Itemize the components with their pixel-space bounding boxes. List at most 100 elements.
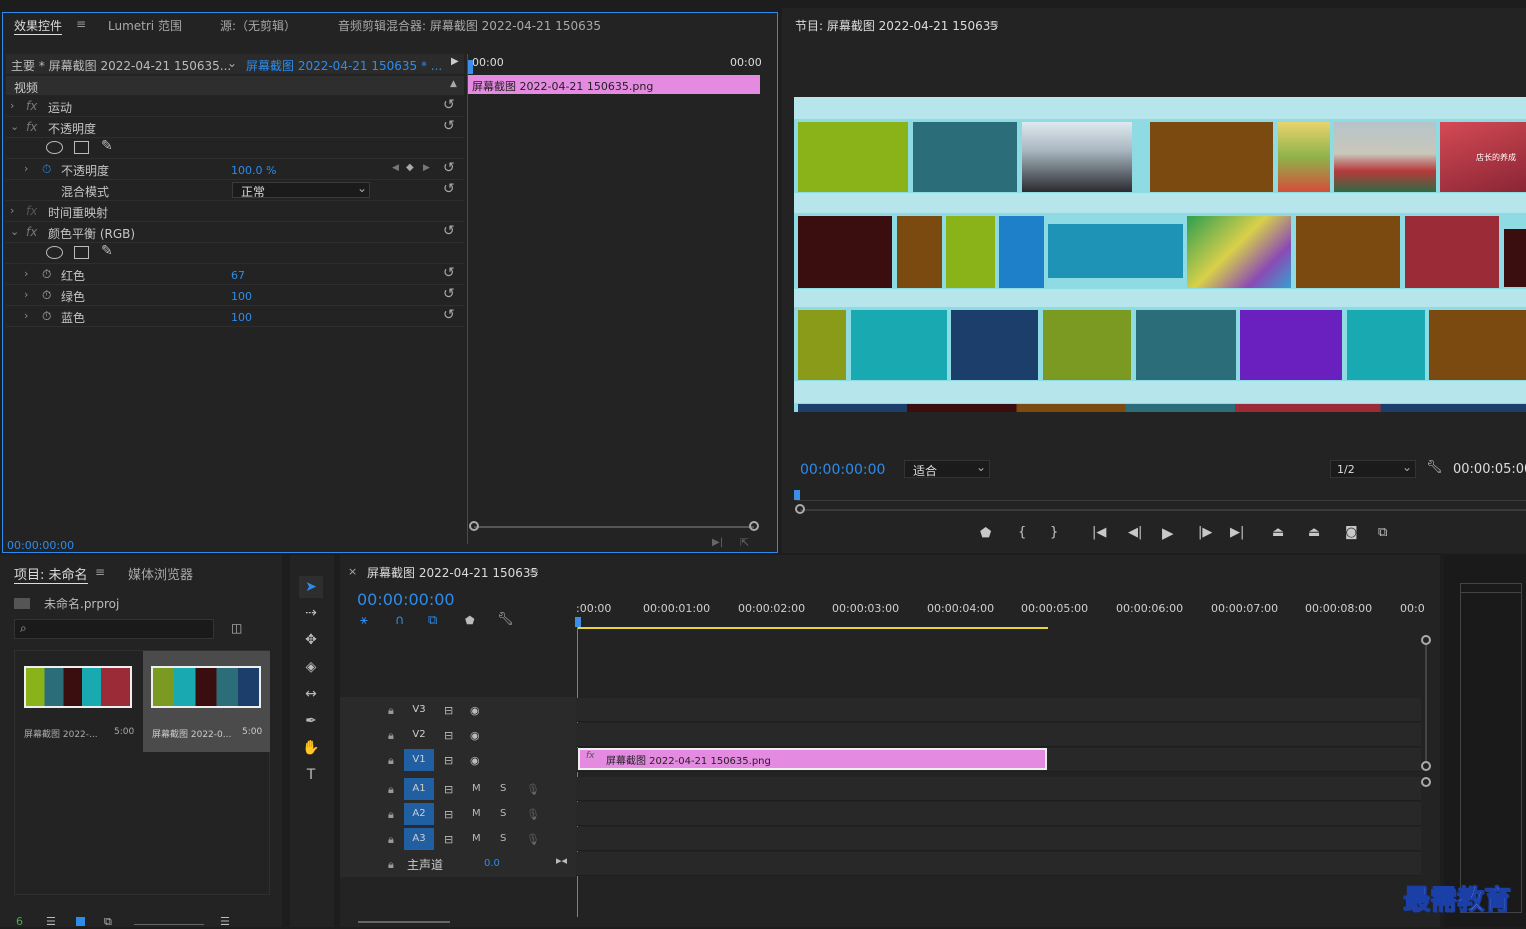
extract-icon[interactable]: ⏏ xyxy=(1308,525,1320,540)
microphone-icon[interactable]: 🎙︎ xyxy=(526,783,540,796)
go-to-out-icon[interactable]: ▶| xyxy=(1230,525,1244,540)
pen-mask-icon[interactable]: ✎ xyxy=(101,138,113,154)
stopwatch-icon[interactable]: ⏱ xyxy=(42,309,51,324)
reset-icon[interactable]: ↺ xyxy=(443,307,455,323)
eye-icon[interactable]: ◉ xyxy=(470,754,480,767)
export-frame-icon[interactable]: ▶| xyxy=(712,537,723,548)
go-to-in-icon[interactable]: |◀ xyxy=(1092,525,1106,540)
fx-icon[interactable]: fx xyxy=(26,99,37,113)
sync-lock-icon[interactable]: ⊟ xyxy=(444,754,453,767)
chevron-right-icon[interactable]: › xyxy=(10,204,14,217)
lift-icon[interactable]: ⏏ xyxy=(1272,525,1284,540)
scroll-handle[interactable] xyxy=(1421,635,1431,645)
stopwatch-icon[interactable]: ⏱ xyxy=(42,267,51,282)
add-marker-icon[interactable]: ⬟ xyxy=(465,614,475,627)
play-icon[interactable]: ▶ xyxy=(1162,524,1174,542)
tab-media-browser[interactable]: 媒体浏览器 xyxy=(128,564,193,583)
mute-button[interactable]: M xyxy=(472,783,481,794)
mini-scrollbar[interactable] xyxy=(474,526,754,528)
lane-v3[interactable] xyxy=(576,698,1421,722)
program-monitor-title[interactable]: 节目: 屏幕截图 2022-04-21 150635 xyxy=(795,17,998,34)
scroll-handle-right[interactable] xyxy=(749,521,759,531)
effect-row-blue[interactable]: › ⏱ 蓝色 100 ↺ xyxy=(6,306,464,327)
reset-icon[interactable]: ↺ xyxy=(443,223,455,239)
reset-icon[interactable]: ↺ xyxy=(443,160,455,176)
tab-effect-controls[interactable]: 效果控件 xyxy=(14,17,63,35)
pen-tool-icon[interactable]: ✒ xyxy=(299,710,323,732)
track-name[interactable]: A1 xyxy=(404,778,434,800)
nest-icon[interactable]: ⚹ xyxy=(360,613,368,628)
reset-icon[interactable]: ↺ xyxy=(443,118,455,134)
timeline-tab[interactable]: 屏幕截图 2022-04-21 150635 xyxy=(367,564,538,581)
master-volume[interactable]: 0.0 xyxy=(484,858,500,869)
timeline-playhead[interactable] xyxy=(575,617,581,627)
solo-button[interactable]: S xyxy=(500,808,506,819)
eye-icon[interactable]: ◉ xyxy=(470,704,480,717)
microphone-icon[interactable]: 🎙︎ xyxy=(526,833,540,846)
chevron-down-icon[interactable]: ⌄ xyxy=(227,56,237,70)
stopwatch-icon[interactable]: ⏱ xyxy=(42,288,51,303)
scroll-handle[interactable] xyxy=(1421,761,1431,771)
track-select-tool-icon[interactable]: ⇢ xyxy=(299,602,323,624)
reset-icon[interactable]: ↺ xyxy=(443,265,455,281)
go-to-end-icon[interactable]: ▸◂ xyxy=(556,854,567,867)
selection-tool-icon[interactable]: ➤ xyxy=(299,576,323,598)
solo-button[interactable]: S xyxy=(500,833,506,844)
red-value[interactable]: 67 xyxy=(231,269,245,282)
clip-selector[interactable]: 屏幕截图 2022-04-21 150635 * ... xyxy=(246,57,442,74)
sort-icon[interactable]: ☰ xyxy=(220,915,230,928)
ripple-edit-tool-icon[interactable]: ✥ xyxy=(299,629,323,651)
play-triangle-icon[interactable]: ▶ xyxy=(451,56,459,67)
chevron-down-icon[interactable]: ⌄ xyxy=(10,120,19,133)
mark-out-icon[interactable]: } xyxy=(1050,525,1058,540)
sync-lock-icon[interactable]: ⊟ xyxy=(444,833,453,846)
track-a1[interactable]: 🔒︎ A1 ⊟ M S 🎙︎ xyxy=(340,778,576,802)
chevron-down-icon[interactable]: ⌄ xyxy=(10,225,19,238)
scroll-handle-left[interactable] xyxy=(795,504,805,514)
track-v3[interactable]: 🔒︎ V3 ⊟ ◉ xyxy=(340,699,576,723)
comparison-view-icon[interactable]: ⧉ xyxy=(1378,525,1387,540)
mute-button[interactable]: M xyxy=(472,808,481,819)
lock-icon[interactable]: 🔒︎ xyxy=(388,754,394,768)
menu-icon[interactable]: ≡ xyxy=(989,17,999,31)
chevron-right-icon[interactable]: › xyxy=(24,267,28,280)
menu-icon[interactable]: ≡ xyxy=(95,565,105,579)
track-name[interactable]: A3 xyxy=(404,828,434,850)
razor-tool-icon[interactable]: ◈ xyxy=(299,656,323,678)
lock-icon[interactable]: 🔒︎ xyxy=(388,729,394,743)
linked-selection-icon[interactable]: ⧉ xyxy=(428,613,437,628)
chevron-right-icon[interactable]: › xyxy=(24,162,28,175)
resolution-select[interactable]: 1/2 ⌄ xyxy=(1330,460,1416,478)
list-view-icon[interactable]: ☰ xyxy=(46,915,56,928)
scroll-handle-left[interactable] xyxy=(469,521,479,531)
track-master[interactable]: 🔒︎ 主声道 0.0 ▸◂ xyxy=(340,853,576,877)
zoom-slider[interactable] xyxy=(134,917,204,925)
track-name[interactable]: V2 xyxy=(404,724,434,746)
hand-tool-icon[interactable]: ✋ xyxy=(299,737,323,759)
lock-icon[interactable]: 6 xyxy=(16,915,23,928)
add-keyframe-icon[interactable]: ◆ xyxy=(406,162,414,173)
track-v1[interactable]: 🔒︎ V1 ⊟ ◉ xyxy=(340,749,576,773)
effect-row-opacity[interactable]: ⌄ fx 不透明度 ↺ xyxy=(6,117,464,138)
next-keyframe-icon[interactable]: ▶ xyxy=(423,163,430,173)
timeline-close[interactable]: × xyxy=(348,565,357,578)
chevron-right-icon[interactable]: › xyxy=(24,288,28,301)
filter-icon[interactable]: ⇱ xyxy=(740,536,749,549)
collapse-up-icon[interactable]: ▲ xyxy=(450,79,457,89)
effect-row-red[interactable]: › ⏱ 红色 67 ↺ xyxy=(6,264,464,285)
lane-a3[interactable] xyxy=(576,827,1421,851)
effect-row-time-remap[interactable]: › fx 时间重映射 xyxy=(6,201,464,222)
lane-a2[interactable] xyxy=(576,802,1421,826)
mute-button[interactable]: M xyxy=(472,833,481,844)
program-ruler[interactable] xyxy=(796,500,1526,501)
track-name[interactable]: V3 xyxy=(404,699,434,721)
horizontal-scrollbar[interactable] xyxy=(358,921,450,923)
ellipse-mask-icon[interactable] xyxy=(46,141,63,154)
timeline-clip[interactable]: fx 屏幕截图 2022-04-21 150635.png xyxy=(578,748,1047,770)
step-back-icon[interactable]: ◀| xyxy=(1128,525,1142,540)
slip-tool-icon[interactable]: ↔ xyxy=(299,683,323,705)
fx-icon[interactable]: fx xyxy=(26,120,37,134)
program-playhead[interactable] xyxy=(794,490,800,500)
prev-keyframe-icon[interactable]: ◀ xyxy=(392,163,399,173)
new-bin-icon[interactable]: ◫ xyxy=(231,621,242,635)
